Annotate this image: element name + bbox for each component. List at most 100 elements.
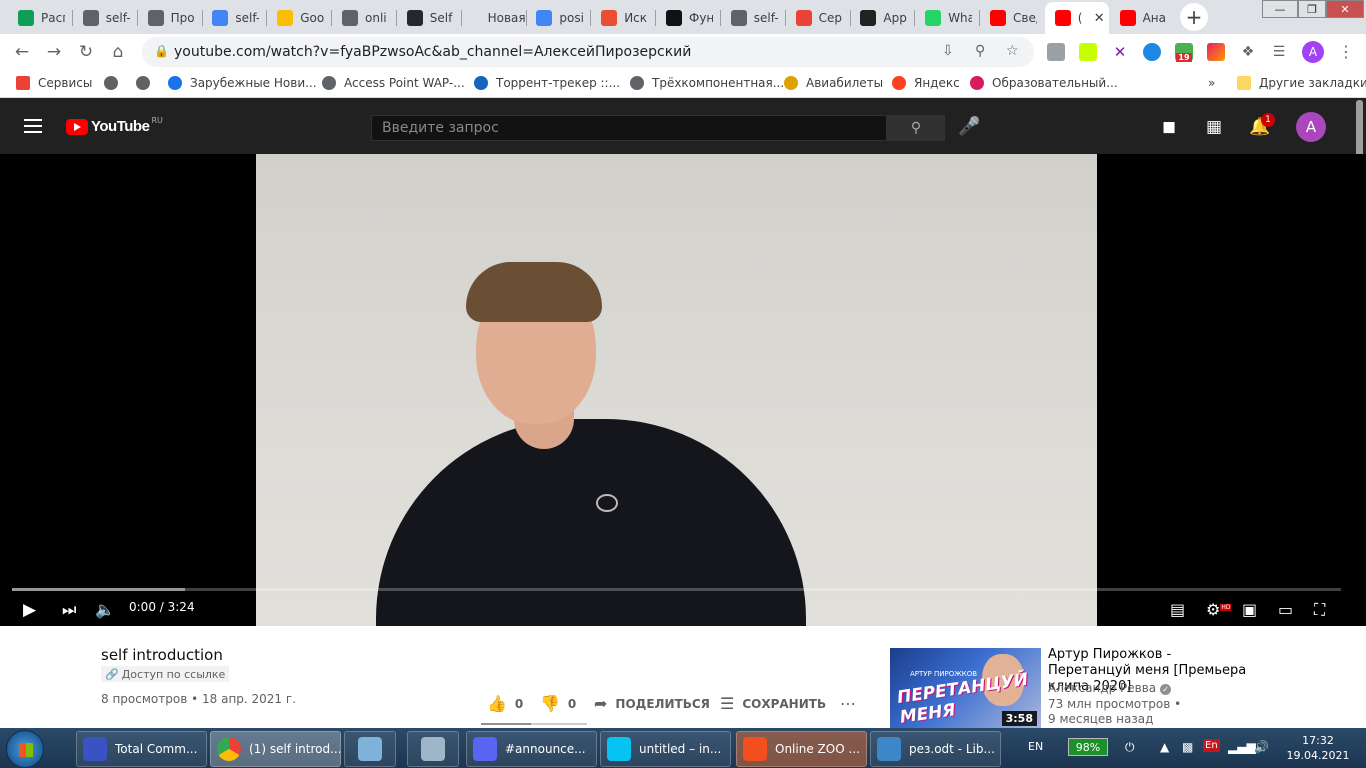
language-indicator[interactable]: EN <box>1028 740 1043 753</box>
taskbar-item[interactable]: рез.odt - Lib... <box>870 731 1001 767</box>
share-button[interactable]: ➦ ПОДЕЛИТЬСЯ <box>594 694 710 713</box>
menu-kebab-icon[interactable]: ⋮ <box>1338 42 1354 61</box>
close-tab-icon[interactable]: ✕ <box>1094 11 1105 26</box>
taskbar-item[interactable] <box>344 731 396 767</box>
signal-icon[interactable]: ▂▄▆ <box>1228 740 1256 754</box>
power-plug-icon[interactable]: ⏻ <box>1125 740 1135 755</box>
taskbar-item[interactable]: Online ZOO ... <box>736 731 867 767</box>
browser-tab[interactable]: Goo <box>267 2 330 34</box>
browser-tab[interactable]: self- <box>202 2 265 34</box>
bookmark-item[interactable]: Торрент-трекер ::... <box>474 76 620 90</box>
bookmark-item[interactable]: Сервисы <box>16 76 92 90</box>
bookmarks-overflow-label[interactable]: » <box>1208 76 1215 90</box>
restore-window-icon[interactable]: ❐ <box>1298 0 1326 18</box>
reload-icon[interactable]: ↻ <box>74 40 98 64</box>
subtitles-icon[interactable]: ▤ <box>1170 600 1185 619</box>
install-icon[interactable]: ⇩ <box>942 43 954 59</box>
extension-icon[interactable] <box>1047 43 1065 61</box>
like-button[interactable]: 👍 0 <box>487 694 523 713</box>
bookmark-item[interactable] <box>136 76 158 90</box>
youtube-search-input[interactable]: Введите запрос <box>371 115 887 141</box>
next-icon[interactable]: ⏭ <box>62 600 76 620</box>
youtube-logo[interactable]: YouTube RU <box>66 116 163 135</box>
tray-app-icon[interactable]: ▩ <box>1182 740 1193 754</box>
playlist-icon[interactable]: ☰ <box>1270 43 1288 61</box>
apps-grid-icon[interactable]: ▦ <box>1206 117 1222 137</box>
browser-tab[interactable]: Self <box>397 2 460 34</box>
volume-icon[interactable]: 🔈 <box>95 600 115 619</box>
browser-tab[interactable]: App <box>850 2 913 34</box>
star-icon[interactable]: ☆ <box>1006 43 1019 59</box>
system-clock[interactable]: 17:32 19.04.2021 <box>1278 733 1358 763</box>
play-icon[interactable]: ▶ <box>23 600 36 620</box>
bookmark-item[interactable] <box>104 76 126 90</box>
keyboard-layout-icon[interactable]: En <box>1203 739 1220 752</box>
zoom-icon[interactable]: ⚲ <box>975 43 985 59</box>
profile-avatar[interactable]: A <box>1302 41 1324 63</box>
hamburger-menu-icon[interactable] <box>24 119 42 133</box>
battery-indicator[interactable]: 98% <box>1068 738 1108 756</box>
browser-tab[interactable]: Расп <box>8 2 71 34</box>
taskbar-item[interactable]: untitled – in... <box>600 731 731 767</box>
back-arrow-icon[interactable]: ← <box>10 40 34 64</box>
close-window-icon[interactable]: ✕ <box>1326 0 1364 18</box>
bookmark-item[interactable]: Зарубежные Нови... <box>168 76 317 90</box>
bookmark-item[interactable]: Access Point WAP-... <box>322 76 465 90</box>
browser-tab[interactable]: Новая вк <box>462 2 525 34</box>
minimize-window-icon[interactable]: — <box>1262 0 1298 18</box>
recommendation-thumbnail[interactable]: АРТУР ПИРОЖКОВ ПЕРЕТАНЦУЙ МЕНЯ 3:58 <box>890 648 1041 728</box>
account-avatar[interactable]: A <box>1296 112 1326 142</box>
lock-icon[interactable]: 🔒 <box>154 44 169 58</box>
home-icon[interactable]: ⌂ <box>106 40 130 64</box>
taskbar-item[interactable]: #announce... <box>466 731 597 767</box>
forward-arrow-icon[interactable]: → <box>42 40 66 64</box>
browser-tab[interactable]: (✕ <box>1044 2 1109 34</box>
browser-tab[interactable]: self- <box>73 2 136 34</box>
fullscreen-icon[interactable]: ⛶ <box>1314 600 1325 620</box>
bookmark-item[interactable]: Образовательный... <box>970 76 1118 90</box>
extension-gradient-icon[interactable] <box>1207 43 1225 61</box>
other-bookmarks[interactable]: Другие закладки <box>1237 76 1366 90</box>
url-text[interactable]: youtube.com/watch?v=fyaBPzwsoAc&ab_chann… <box>174 44 691 60</box>
theater-mode-icon[interactable]: ▭ <box>1278 600 1293 619</box>
bookmark-item[interactable]: Авиабилеты <box>784 76 883 90</box>
browser-tab[interactable]: posit <box>526 2 589 34</box>
video-player[interactable]: ▶ ⏭ 🔈 0:00 / 3:24 ▤ ⚙HD ▣ ▭ ⛶ <box>0 154 1366 626</box>
extension-badge-icon[interactable]: 19 <box>1175 43 1193 62</box>
speaker-icon[interactable]: 🔊 <box>1254 740 1269 754</box>
new-tab-plus-icon[interactable]: + <box>1180 3 1208 31</box>
taskbar-item[interactable]: Total Comm... <box>76 731 207 767</box>
start-button[interactable] <box>6 730 44 768</box>
create-video-icon[interactable]: ◼ <box>1162 117 1176 137</box>
browser-tab[interactable]: Ана <box>1110 2 1173 34</box>
extension-globe-icon[interactable] <box>1143 43 1161 61</box>
bookmark-item[interactable]: Яндекс <box>892 76 960 90</box>
browser-tab[interactable]: self- <box>721 2 784 34</box>
address-bar[interactable]: 🔒 youtube.com/watch?v=fyaBPzwsoAc&ab_cha… <box>142 37 1034 67</box>
puzzle-icon[interactable]: ❖ <box>1239 43 1257 61</box>
microphone-icon[interactable]: 🎤 <box>958 116 980 137</box>
browser-tab[interactable]: Серв <box>786 2 849 34</box>
dislike-button[interactable]: 👎 0 <box>540 694 576 713</box>
bookmark-item[interactable]: Трёхкомпонентная... <box>630 76 784 90</box>
search-icon[interactable]: ⚲ <box>887 115 945 141</box>
taskbar-item[interactable]: (1) self introd... <box>210 731 341 767</box>
recommendation-channel-name[interactable]: Александр Ревва <box>1048 681 1156 695</box>
video-frame[interactable] <box>256 154 1097 626</box>
recommendation-channel[interactable]: Александр Ревва ✓ <box>1048 681 1172 695</box>
tray-expand-icon[interactable]: ▲ <box>1160 740 1169 754</box>
browser-tab[interactable]: Иск <box>591 2 654 34</box>
progress-bar[interactable] <box>12 588 1341 591</box>
extension-color-icon[interactable] <box>1079 43 1097 61</box>
other-bookmarks-label[interactable]: Другие закладки <box>1259 76 1366 90</box>
taskbar-item[interactable] <box>407 731 459 767</box>
browser-tab[interactable]: Wha <box>915 2 978 34</box>
browser-tab[interactable]: Про <box>138 2 201 34</box>
browser-tab[interactable]: Фун <box>656 2 719 34</box>
extension-x-icon[interactable]: ✕ <box>1111 43 1129 61</box>
browser-tab[interactable]: onli <box>332 2 395 34</box>
browser-tab[interactable]: Свед <box>980 2 1043 34</box>
more-actions-icon[interactable]: ⋯ <box>840 694 857 713</box>
settings-gear-icon[interactable]: ⚙HD <box>1206 600 1232 619</box>
miniplayer-icon[interactable]: ▣ <box>1242 600 1257 619</box>
